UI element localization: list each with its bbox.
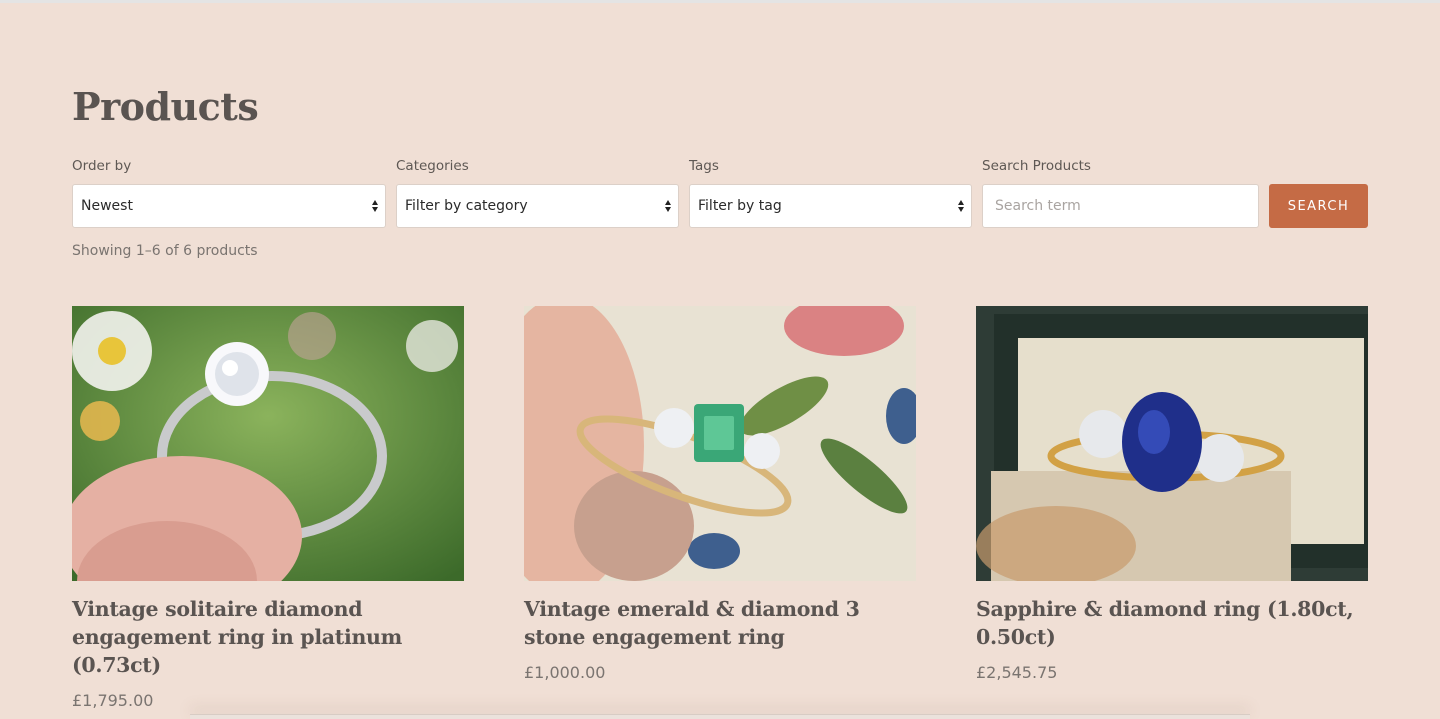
page-title: Products [72, 84, 259, 129]
tags-label: Tags [689, 158, 719, 174]
categories-value: Filter by category [405, 198, 528, 214]
tags-value: Filter by tag [698, 198, 782, 214]
select-arrows-icon [371, 198, 379, 214]
tags-select[interactable]: Filter by tag [689, 184, 972, 228]
order-by-label: Order by [72, 158, 132, 174]
select-arrows-icon [957, 198, 965, 214]
product-card[interactable]: Vintage solitaire diamond engagement rin… [72, 306, 464, 710]
search-input[interactable] [982, 184, 1259, 228]
categories-select[interactable]: Filter by category [396, 184, 679, 228]
categories-label: Categories [396, 158, 469, 174]
sticky-bar-edge [190, 714, 1250, 719]
product-price: £1,000.00 [524, 663, 606, 682]
order-by-value: Newest [81, 198, 133, 214]
product-title[interactable]: Vintage solitaire diamond engagement rin… [72, 595, 464, 679]
product-image-sapphire-diamond-ring[interactable] [976, 306, 1368, 581]
result-count: Showing 1–6 of 6 products [72, 243, 258, 259]
product-card[interactable]: Vintage emerald & diamond 3 stone engage… [524, 306, 916, 682]
search-button[interactable]: SEARCH [1269, 184, 1368, 228]
product-image-diamond-solitaire-ring[interactable] [72, 306, 464, 581]
product-price: £2,545.75 [976, 663, 1058, 682]
product-title[interactable]: Vintage emerald & diamond 3 stone engage… [524, 595, 916, 651]
product-price: £1,795.00 [72, 691, 154, 710]
product-card[interactable]: Sapphire & diamond ring (1.80ct, 0.50ct)… [976, 306, 1368, 682]
search-products-label: Search Products [982, 158, 1091, 174]
product-image-emerald-diamond-ring[interactable] [524, 306, 916, 581]
product-title[interactable]: Sapphire & diamond ring (1.80ct, 0.50ct) [976, 595, 1368, 651]
top-border [0, 0, 1440, 3]
order-by-select[interactable]: Newest [72, 184, 386, 228]
select-arrows-icon [664, 198, 672, 214]
